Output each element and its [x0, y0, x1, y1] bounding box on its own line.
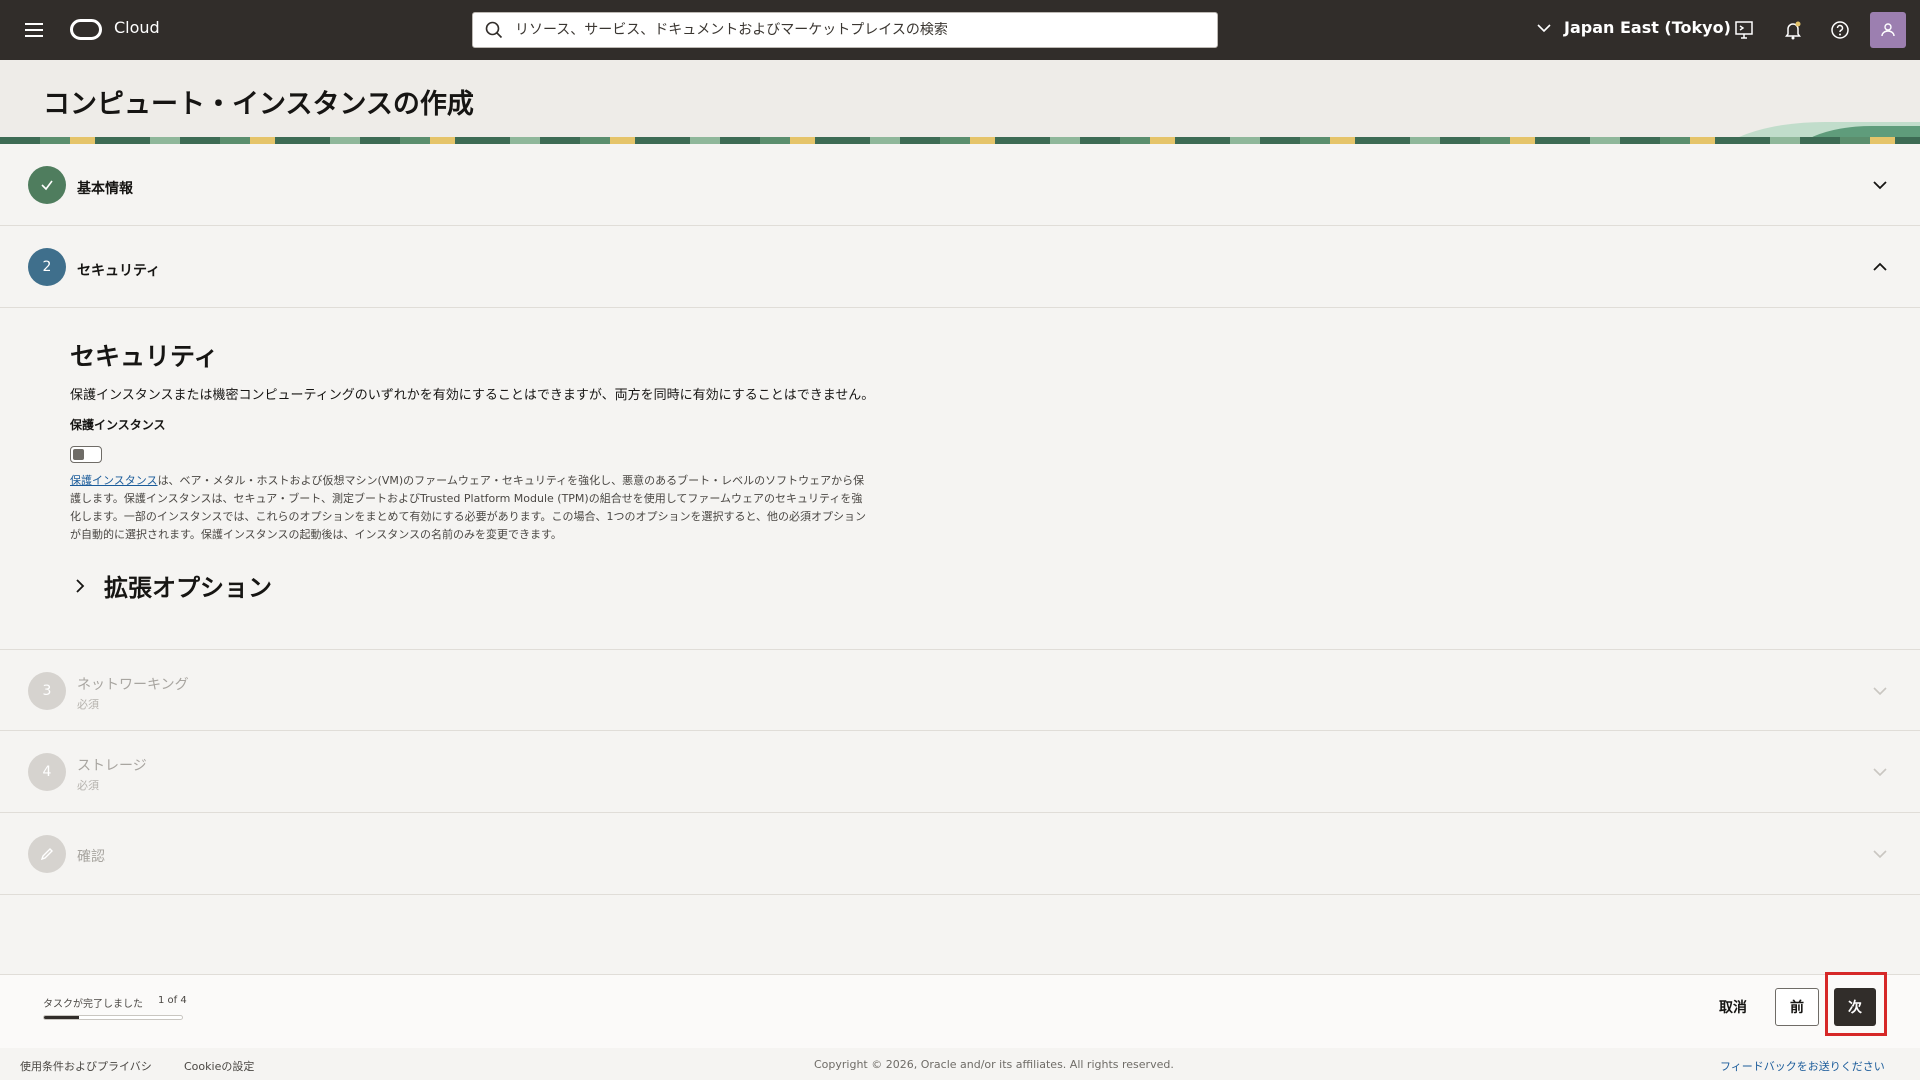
- search-icon: [485, 21, 503, 39]
- oracle-logo-icon[interactable]: [70, 19, 102, 40]
- step-label: 確認: [77, 849, 105, 865]
- step-security[interactable]: 2 セキュリティ: [0, 226, 1920, 308]
- step-review-badge: [28, 835, 66, 873]
- step-required-note: 必須: [77, 698, 99, 711]
- shielded-instance-label: 保護インスタンス: [70, 418, 166, 432]
- wizard-action-bar: タスクが完了しました 1 of 4 取消 前 次: [0, 974, 1920, 1048]
- next-button-highlight: [1825, 972, 1887, 1036]
- step-number-badge: 3: [28, 672, 66, 710]
- step-label: ネットワーキング: [77, 677, 189, 693]
- chevron-down-icon[interactable]: [1872, 177, 1888, 193]
- step-label: セキュリティ: [77, 263, 161, 279]
- shielded-instance-help: 保護インスタンスは、ベア・メタル・ホストおよび仮想マシン(VM)のファームウェア…: [70, 472, 870, 544]
- section-heading: セキュリティ: [70, 342, 219, 371]
- top-navigation-bar: Cloud Japan East (Tokyo): [0, 0, 1920, 60]
- page-title: コンピュート・インスタンスの作成: [43, 89, 474, 120]
- page-header: コンピュート・インスタンスの作成: [0, 60, 1920, 144]
- page-footer: 使用条件およびプライバシ Cookieの設定 Copyright © 2026,…: [0, 1048, 1920, 1080]
- menu-icon[interactable]: [22, 19, 46, 41]
- search-box[interactable]: [472, 12, 1218, 48]
- checkmark-icon: [41, 180, 53, 191]
- step-storage: 4 ストレージ 必須: [0, 731, 1920, 813]
- user-avatar[interactable]: [1870, 12, 1906, 48]
- step-label: 基本情報: [77, 181, 133, 197]
- chevron-down-icon: [1873, 768, 1887, 777]
- advanced-options-toggle[interactable]: 拡張オプション: [72, 568, 272, 603]
- progress-label: タスクが完了しました: [43, 999, 143, 1010]
- step-review: 確認: [0, 813, 1920, 895]
- chevron-up-icon[interactable]: [1872, 259, 1888, 275]
- region-label: Japan East (Tokyo): [1564, 18, 1731, 37]
- cookie-settings-link[interactable]: Cookieの設定: [184, 1058, 254, 1074]
- step-complete-badge: [28, 166, 66, 204]
- step-label: ストレージ: [77, 758, 147, 774]
- help-text: は、ベア・メタル・ホストおよび仮想マシン(VM)のファームウェア・セキュリティを…: [70, 474, 867, 541]
- shielded-instance-link[interactable]: 保護インスタンス: [70, 474, 158, 487]
- chevron-down-icon: [1873, 687, 1887, 696]
- section-description: 保護インスタンスまたは機密コンピューティングのいずれかを有効にすることはできます…: [70, 388, 875, 403]
- pencil-icon: [40, 848, 53, 861]
- region-selector[interactable]: Japan East (Tokyo): [1536, 18, 1731, 37]
- step-networking: 3 ネットワーキング 必須: [0, 649, 1920, 731]
- toggle-knob: [73, 448, 84, 460]
- user-icon: [1881, 23, 1895, 37]
- cloud-shell-icon[interactable]: [1733, 19, 1755, 41]
- chevron-down-icon: [1537, 23, 1551, 32]
- terms-link[interactable]: 使用条件およびプライバシ: [20, 1058, 152, 1074]
- bell-icon[interactable]: [1782, 19, 1804, 41]
- step-required-note: 必須: [77, 779, 99, 792]
- advanced-options-label: 拡張オプション: [104, 574, 272, 602]
- cancel-button[interactable]: 取消: [1700, 988, 1766, 1026]
- shielded-instance-toggle[interactable]: [70, 446, 102, 463]
- step-basic-info[interactable]: 基本情報: [0, 144, 1920, 226]
- help-icon[interactable]: [1829, 19, 1851, 41]
- search-input[interactable]: [515, 22, 1195, 38]
- chevron-right-icon: [76, 578, 85, 593]
- step-number-badge: 2: [28, 248, 66, 286]
- previous-button[interactable]: 前: [1775, 988, 1819, 1026]
- chevron-down-icon: [1873, 850, 1887, 859]
- copyright-text: Copyright © 2026, Oracle and/or its affi…: [814, 1058, 1174, 1071]
- progress-bar-fill: [44, 1016, 79, 1019]
- feedback-link[interactable]: フィードバックをお送りください: [1720, 1058, 1885, 1074]
- brand-label[interactable]: Cloud: [114, 18, 160, 37]
- progress-count: 1 of 4: [158, 995, 187, 1006]
- decorative-strip: [0, 137, 1920, 144]
- step-number-badge: 4: [28, 753, 66, 791]
- progress-bar: [43, 1015, 183, 1020]
